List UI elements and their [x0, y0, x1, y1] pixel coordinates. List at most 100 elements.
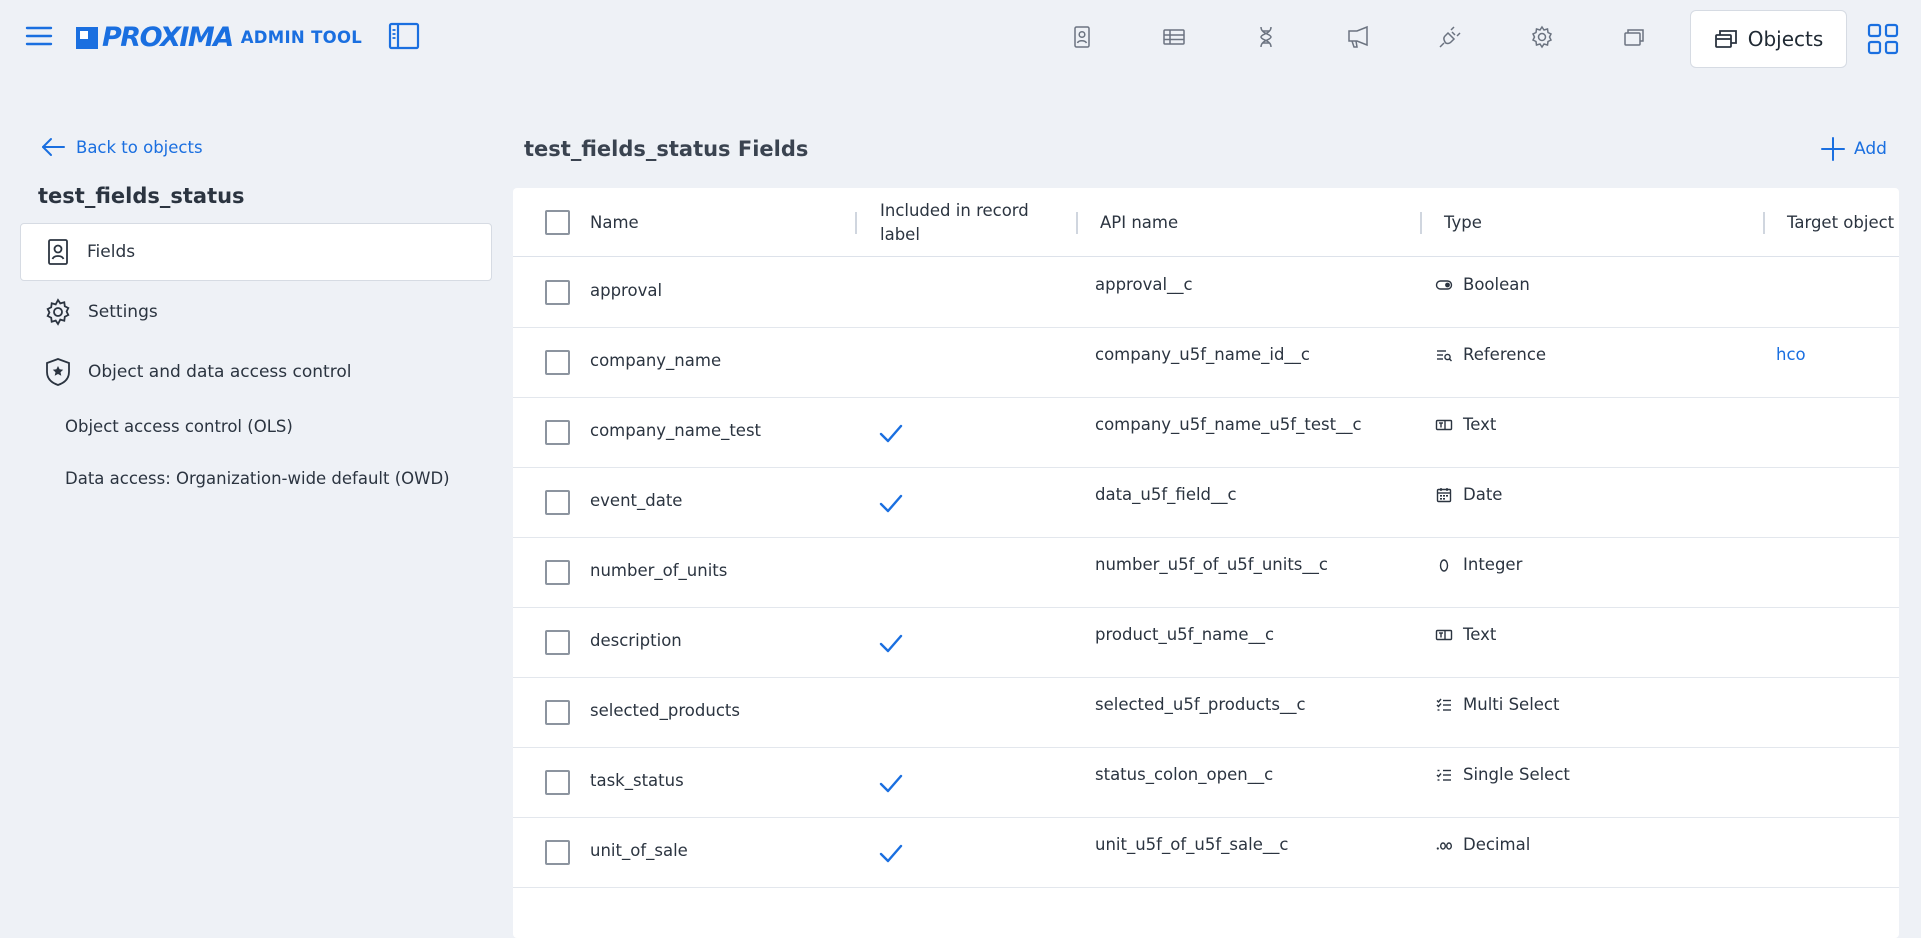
header-line: Included in record — [880, 200, 1029, 220]
api-name: number_u5f_of_u5f_units__c — [1095, 555, 1328, 574]
field-name: description — [590, 631, 682, 650]
contact-card-icon[interactable] — [1069, 24, 1095, 50]
field-type-label: Reference — [1463, 345, 1547, 364]
menu-icon[interactable] — [24, 23, 54, 49]
page-title: test_fields_status Fields — [524, 137, 809, 161]
api-name: product_u5f_name__c — [1095, 625, 1275, 644]
api-name: approval__c — [1095, 275, 1193, 294]
logo-text: PROXIMA — [102, 21, 234, 53]
shield-star-icon — [46, 358, 70, 386]
sidebar-item-label: Object and data access control — [88, 362, 352, 382]
column-resize-handle[interactable] — [1763, 212, 1765, 234]
text-field-icon — [1435, 629, 1453, 640]
field-type-label: Single Select — [1463, 765, 1570, 784]
field-type-label: Date — [1463, 485, 1503, 504]
field-type-label: Text — [1463, 415, 1497, 434]
column-header-type[interactable]: Type — [1444, 188, 1482, 257]
back-to-objects-link[interactable]: Back to objects — [40, 136, 203, 158]
field-type-label: Integer — [1463, 555, 1523, 574]
field-type-label: Decimal — [1463, 835, 1531, 854]
sidebar-item-fields[interactable]: Fields — [20, 223, 492, 281]
field-type: Reference — [1435, 345, 1546, 364]
field-name: task_status — [590, 771, 684, 790]
objects-button-label: Objects — [1747, 27, 1824, 51]
table-row[interactable]: event_date data_u5f_field__c Date — [513, 468, 1899, 538]
sidebar-subitem-ols[interactable]: Object access control (OLS) — [65, 417, 293, 436]
sidebar-subitem-owd[interactable]: Data access: Organization-wide default (… — [65, 469, 450, 488]
row-checkbox[interactable] — [545, 770, 570, 795]
column-header-name[interactable]: Name — [590, 188, 639, 257]
sidebar-toggle-icon[interactable] — [388, 22, 420, 50]
table-row[interactable]: description product_u5f_name__c Text — [513, 608, 1899, 678]
decimal-icon — [1436, 841, 1452, 850]
reference-icon — [1437, 349, 1452, 361]
row-checkbox[interactable] — [545, 420, 570, 445]
table-row[interactable]: company_name_test company_u5f_name_u5f_te… — [513, 398, 1899, 468]
megaphone-icon[interactable] — [1345, 24, 1371, 50]
back-link-label: Back to objects — [76, 137, 203, 157]
table-row[interactable]: selected_products selected_u5f_products__… — [513, 678, 1899, 748]
column-resize-handle[interactable] — [1076, 212, 1078, 234]
column-header-target-object[interactable]: Target object — [1787, 188, 1894, 257]
field-type: Boolean — [1435, 275, 1530, 294]
column-resize-handle[interactable] — [1420, 212, 1422, 234]
api-name: data_u5f_field__c — [1095, 485, 1237, 504]
field-name: company_name — [590, 351, 722, 370]
objects-button[interactable]: Objects — [1690, 10, 1847, 68]
select-all-checkbox[interactable] — [545, 210, 570, 235]
row-checkbox[interactable] — [545, 350, 570, 375]
add-button-label: Add — [1854, 139, 1887, 159]
row-checkbox[interactable] — [545, 280, 570, 305]
field-name: approval — [590, 281, 663, 300]
column-header-included[interactable]: Included in record label — [880, 188, 1029, 257]
plus-icon — [1821, 137, 1845, 161]
sidebar-item-access-control[interactable]: Object and data access control — [20, 343, 492, 401]
dna-icon[interactable] — [1253, 24, 1279, 50]
table-row[interactable]: unit_of_sale unit_u5f_of_u5f_sale__c Decim… — [513, 818, 1899, 888]
single-check-list-icon — [1436, 769, 1451, 781]
field-type: Decimal — [1435, 835, 1530, 854]
api-name: unit_u5f_of_u5f_sale__c — [1095, 835, 1289, 854]
checkmark-icon — [879, 494, 903, 513]
row-checkbox[interactable] — [545, 560, 570, 585]
row-checkbox[interactable] — [545, 840, 570, 865]
table-row[interactable]: number_of_units number_u5f_of_u5f_units__… — [513, 538, 1899, 608]
windows-icon[interactable] — [1621, 24, 1647, 50]
table-list-icon[interactable] — [1161, 24, 1187, 50]
apps-grid-icon[interactable] — [1866, 22, 1900, 56]
sidebar-item-settings[interactable]: Settings — [20, 283, 492, 341]
field-type: Multi Select — [1435, 695, 1559, 714]
plug-icon[interactable] — [1437, 24, 1463, 50]
checkmark-icon — [879, 634, 903, 653]
object-title: test_fields_status — [38, 184, 245, 208]
field-type: Date — [1435, 485, 1502, 504]
fields-table: Name Included in record label API name T… — [513, 188, 1899, 938]
row-checkbox[interactable] — [545, 490, 570, 515]
gear-icon[interactable] — [1529, 24, 1555, 50]
table-row[interactable]: approval approval__c Boolean — [513, 258, 1899, 328]
target-object-link[interactable]: hco — [1776, 345, 1806, 364]
column-header-api-name[interactable]: API name — [1100, 188, 1178, 257]
column-resize-handle[interactable] — [855, 212, 857, 234]
api-name: company_u5f_name_u5f_test__c — [1095, 415, 1362, 434]
field-type: Integer — [1435, 555, 1522, 574]
field-name: event_date — [590, 491, 683, 510]
row-checkbox[interactable] — [545, 630, 570, 655]
logo-subtitle: ADMIN TOOL — [240, 27, 363, 47]
field-name: unit_of_sale — [590, 841, 688, 860]
contact-card-icon — [48, 239, 68, 265]
add-field-button[interactable]: Add — [1820, 136, 1887, 162]
field-type: Text — [1435, 415, 1496, 434]
table-row[interactable]: task_status status_colon_open__c Single Se… — [513, 748, 1899, 818]
checkmark-icon — [879, 774, 903, 793]
field-type-label: Multi Select — [1463, 695, 1560, 714]
api-name: company_u5f_name_id__c — [1095, 345, 1310, 364]
table-row[interactable]: company_name company_u5f_name_id__c Refere… — [513, 328, 1899, 398]
field-type: Text — [1435, 625, 1496, 644]
row-checkbox[interactable] — [545, 700, 570, 725]
proxima-logo[interactable]: PROXIMA ADMIN TOOL — [76, 21, 363, 53]
gear-icon — [46, 298, 70, 326]
checkmark-icon — [879, 844, 903, 863]
sidebar-item-label: Settings — [88, 302, 158, 322]
windows-icon — [1714, 30, 1737, 48]
